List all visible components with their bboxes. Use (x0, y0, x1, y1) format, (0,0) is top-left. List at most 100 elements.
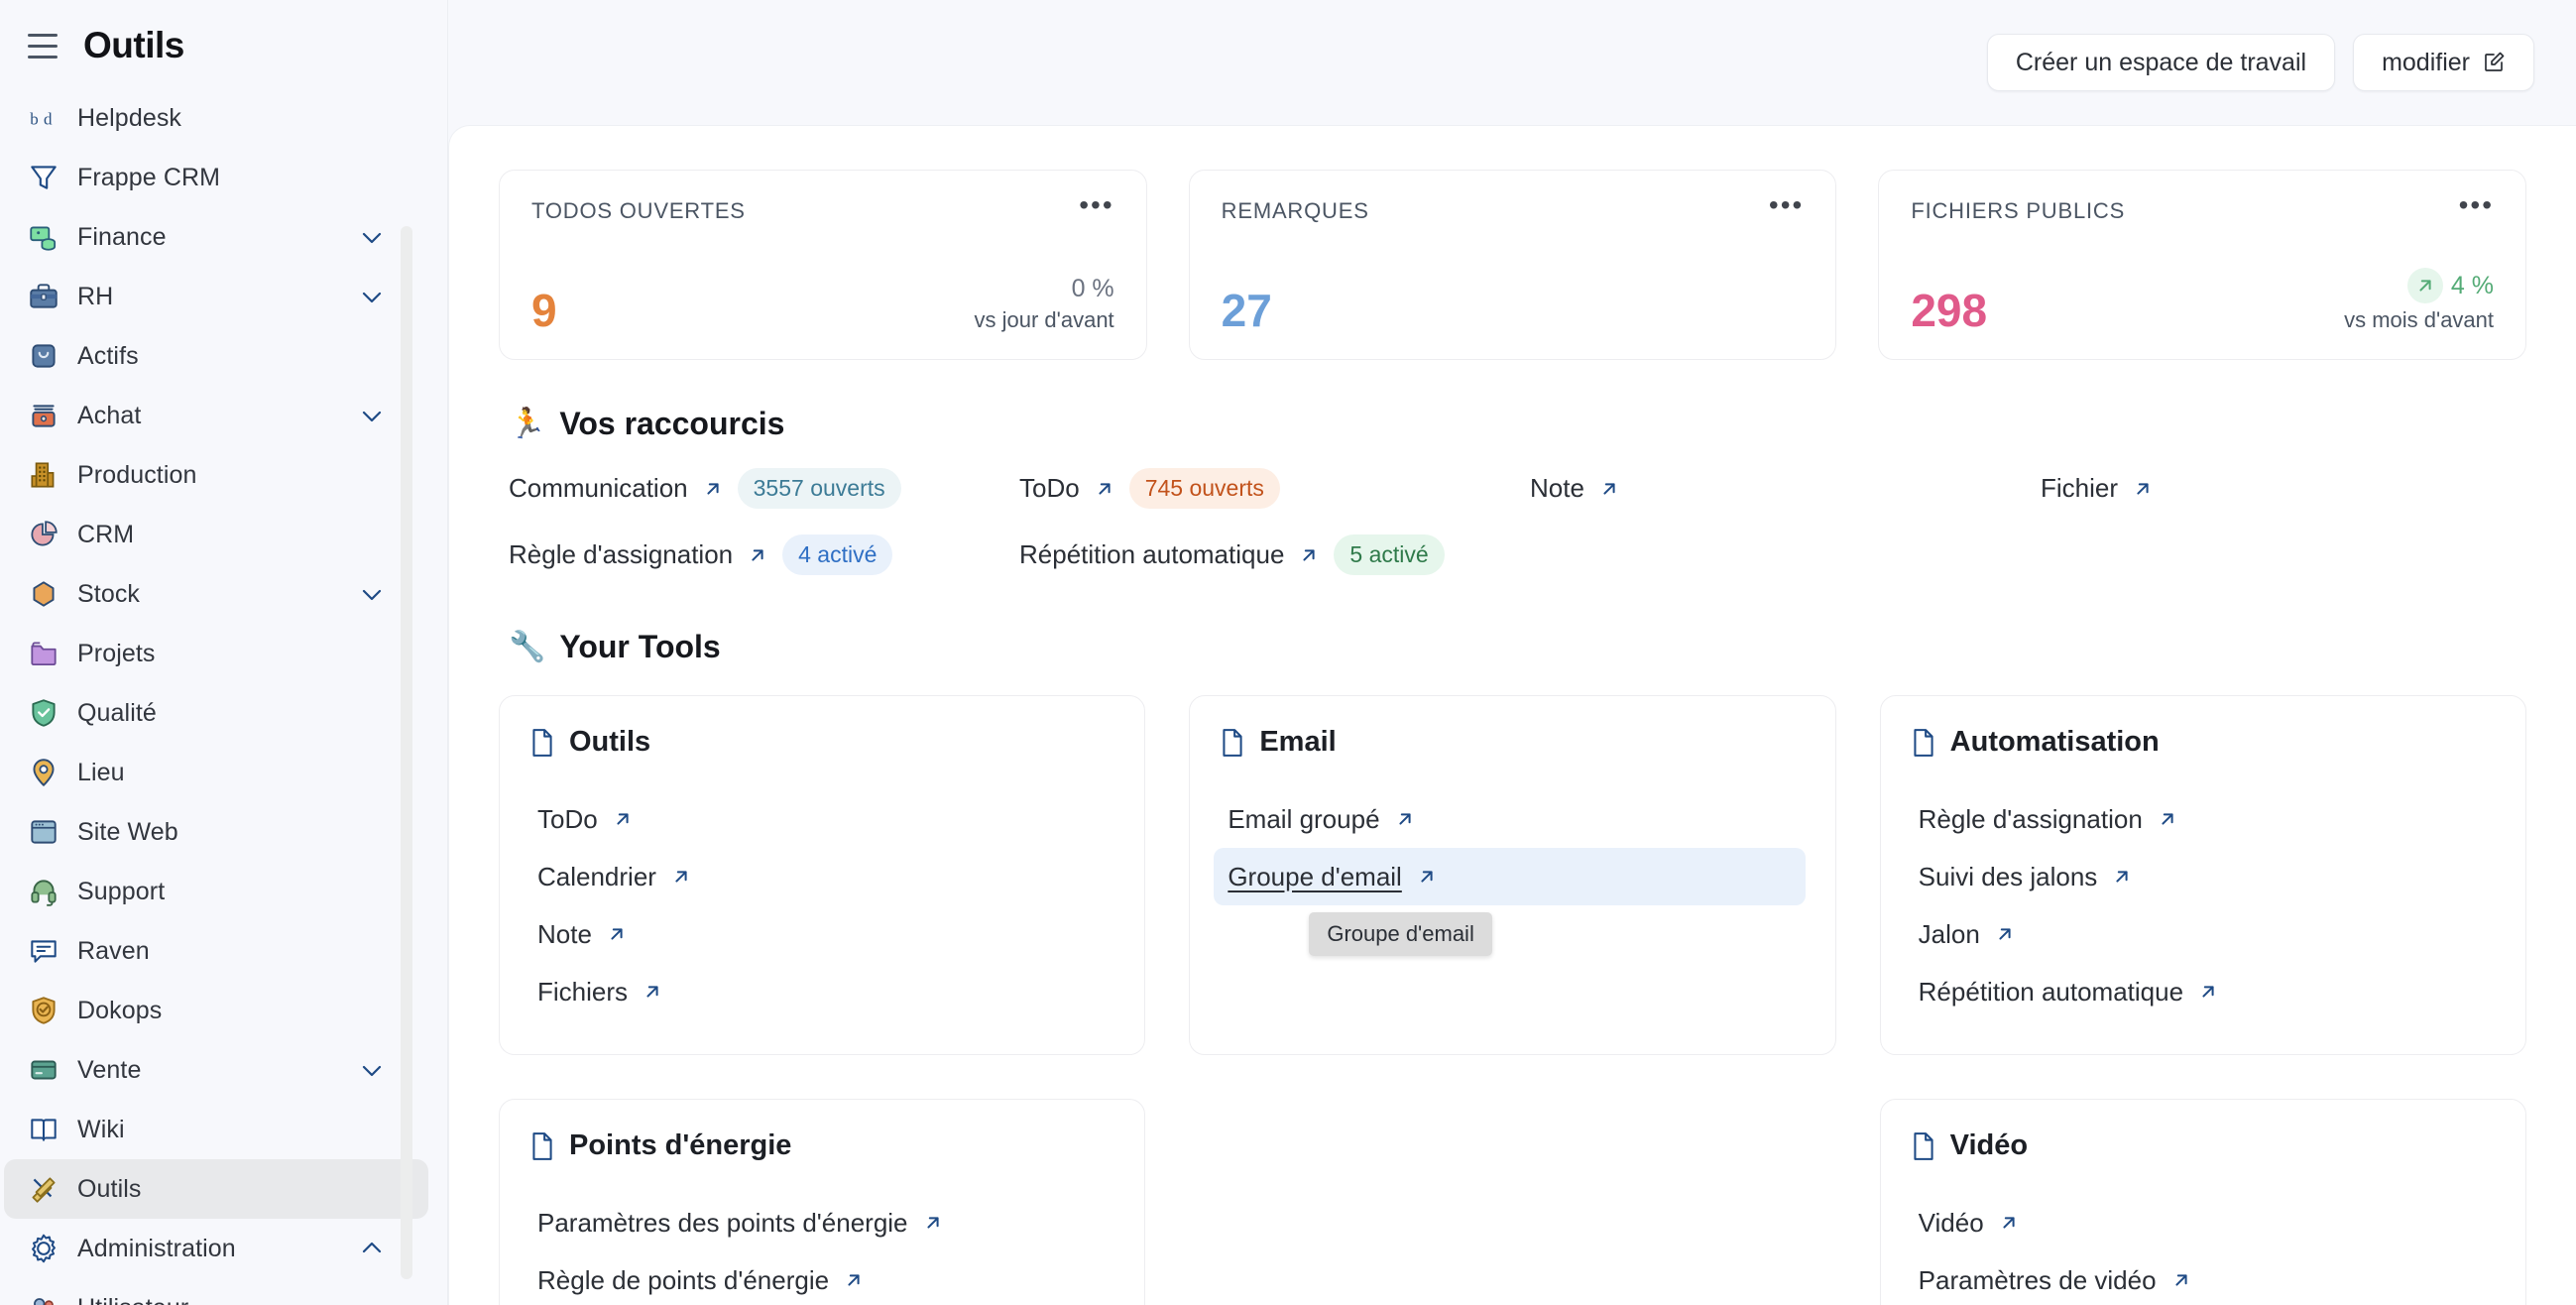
sidebar-item-dokops[interactable]: Dokops (4, 981, 428, 1040)
sidebar-item-site-web[interactable]: Site Web (4, 802, 428, 862)
chevron-down-icon[interactable] (359, 1057, 385, 1083)
tool-link[interactable]: Règle de points d'énergie (524, 1251, 1114, 1305)
sidebar-item-support[interactable]: Support (4, 862, 428, 921)
external-link-icon[interactable] (2111, 866, 2133, 888)
tool-card-header: Automatisation (1905, 726, 2496, 759)
shortcut-row: Communication3557 ouvertsToDo745 ouverts… (509, 468, 2526, 509)
sidebar-item-label: Vente (77, 1056, 141, 1085)
tool-link[interactable]: ToDo (524, 790, 1114, 848)
chevron-down-icon[interactable] (359, 581, 385, 607)
sidebar-item-label: Administration (77, 1235, 236, 1263)
external-link-icon[interactable] (1094, 478, 1115, 500)
sidebar-item-outils[interactable]: Outils (4, 1159, 428, 1219)
shortcut-item[interactable]: Fichier (2041, 473, 2154, 504)
external-link-icon[interactable] (1298, 544, 1320, 566)
gear-icon (26, 1231, 61, 1266)
chevron-down-icon[interactable] (359, 224, 385, 250)
shortcut-item[interactable]: Note (1530, 473, 2041, 504)
shortcut-item[interactable]: Communication3557 ouverts (509, 468, 1019, 509)
external-link-icon[interactable] (1416, 866, 1438, 888)
sidebar-item-achat[interactable]: Achat (4, 386, 428, 445)
external-link-icon[interactable] (642, 981, 663, 1003)
document-icon (1911, 1131, 1936, 1161)
stat-value: 27 (1222, 288, 1272, 333)
external-link-icon[interactable] (2132, 478, 2154, 500)
sidebar-item-administration[interactable]: Administration (4, 1219, 428, 1278)
sidebar-item-crm[interactable]: CRM (4, 505, 428, 564)
sidebar-item-production[interactable]: Production (4, 445, 428, 505)
external-link-icon[interactable] (2157, 808, 2178, 830)
tool-card-links: VidéoParamètres de vidéo (1905, 1194, 2496, 1305)
tools-heading-label: Your Tools (559, 629, 720, 665)
sidebar-header: Outils (0, 0, 448, 67)
tool-link[interactable]: Jalon (1905, 905, 2496, 963)
sidebar-item-label: Support (77, 878, 165, 906)
sidebar-item-raven[interactable]: Raven (4, 921, 428, 981)
edit-button[interactable]: modifier (2353, 34, 2534, 91)
sidebar-item-actifs[interactable]: Actifs (4, 326, 428, 386)
hamburger-icon[interactable] (28, 29, 61, 62)
more-dots-icon[interactable]: ••• (1769, 198, 1804, 212)
book-icon (26, 1112, 61, 1147)
tool-link[interactable]: Paramètres de vidéo (1905, 1251, 2496, 1305)
more-dots-icon[interactable]: ••• (1079, 198, 1113, 212)
shortcut-item[interactable]: Règle d'assignation4 activé (509, 534, 1019, 575)
sidebar-item-wiki[interactable]: Wiki (4, 1100, 428, 1159)
tool-link[interactable]: Répétition automatique (1905, 963, 2496, 1020)
external-link-icon[interactable] (922, 1212, 944, 1234)
tool-link[interactable]: Paramètres des points d'énergie (524, 1194, 1114, 1251)
tools-heading: 🔧 Your Tools (509, 629, 2526, 665)
stat-value: 298 (1911, 288, 1987, 333)
sidebar-item-frappe-crm[interactable]: Frappe CRM (4, 148, 428, 207)
sidebar-item-stock[interactable]: Stock (4, 564, 428, 624)
sidebar-item-helpdesk[interactable]: bdHelpdesk (4, 88, 428, 148)
status-badge: 745 ouverts (1129, 468, 1280, 509)
tool-link[interactable]: Vidéo (1905, 1194, 2496, 1251)
tool-card-title: Automatisation (1950, 726, 2160, 759)
external-link-icon[interactable] (843, 1269, 865, 1291)
external-link-icon[interactable] (1394, 808, 1416, 830)
tool-link[interactable]: Calendrier (524, 848, 1114, 905)
shortcut-item[interactable]: Répétition automatique5 activé (1019, 534, 1530, 575)
sidebar-item-finance[interactable]: Finance (4, 207, 428, 267)
chevron-down-icon[interactable] (359, 284, 385, 309)
sidebar-item-vente[interactable]: Vente (4, 1040, 428, 1100)
more-dots-icon[interactable]: ••• (2459, 198, 2494, 212)
tool-link-label: Calendrier (537, 862, 656, 892)
sidebar-item-projets[interactable]: Projets (4, 624, 428, 683)
external-link-icon[interactable] (1994, 923, 2016, 945)
edit-label: modifier (2382, 49, 2470, 77)
external-link-icon[interactable] (2197, 981, 2219, 1003)
external-link-icon[interactable] (1998, 1212, 2020, 1234)
external-link-icon[interactable] (606, 923, 628, 945)
external-link-icon[interactable] (747, 544, 768, 566)
tool-link[interactable]: Email groupé (1214, 790, 1805, 848)
tool-link-label: Fichiers (537, 977, 628, 1008)
tool-card-header: Email (1214, 726, 1805, 759)
tool-link[interactable]: Fichiers (524, 963, 1114, 1020)
external-link-icon[interactable] (612, 808, 634, 830)
chevron-down-icon[interactable] (359, 403, 385, 428)
sidebar-item-lieu[interactable]: Lieu (4, 743, 428, 802)
external-link-icon[interactable] (702, 478, 724, 500)
sidebar-item-rh[interactable]: RH (4, 267, 428, 326)
external-link-icon[interactable] (1598, 478, 1620, 500)
tool-link[interactable]: Note (524, 905, 1114, 963)
sidebar-item-label: Actifs (77, 342, 139, 371)
sidebar-item-qualit[interactable]: Qualité (4, 683, 428, 743)
shortcut-item[interactable]: ToDo745 ouverts (1019, 468, 1530, 509)
chevron-up-icon[interactable] (359, 1236, 385, 1261)
tool-link[interactable]: Règle d'assignation (1905, 790, 2496, 848)
create-workspace-button[interactable]: Créer un espace de travail (1987, 34, 2335, 91)
folder-icon (26, 636, 61, 671)
tool-card-header: Outils (524, 726, 1114, 759)
sidebar-scrollbar[interactable] (401, 226, 412, 1279)
tool-link[interactable]: Suivi des jalons (1905, 848, 2496, 905)
external-link-icon[interactable] (2170, 1269, 2192, 1291)
external-link-icon[interactable] (670, 866, 692, 888)
shortcuts-heading: 🏃 Vos raccourcis (509, 406, 2526, 442)
sidebar-item-label: Frappe CRM (77, 164, 220, 192)
tool-link[interactable]: Groupe d'email (1214, 848, 1805, 905)
sidebar-item-label: Site Web (77, 818, 178, 847)
sidebar-item-utilisateur[interactable]: Utilisateur (4, 1278, 428, 1305)
